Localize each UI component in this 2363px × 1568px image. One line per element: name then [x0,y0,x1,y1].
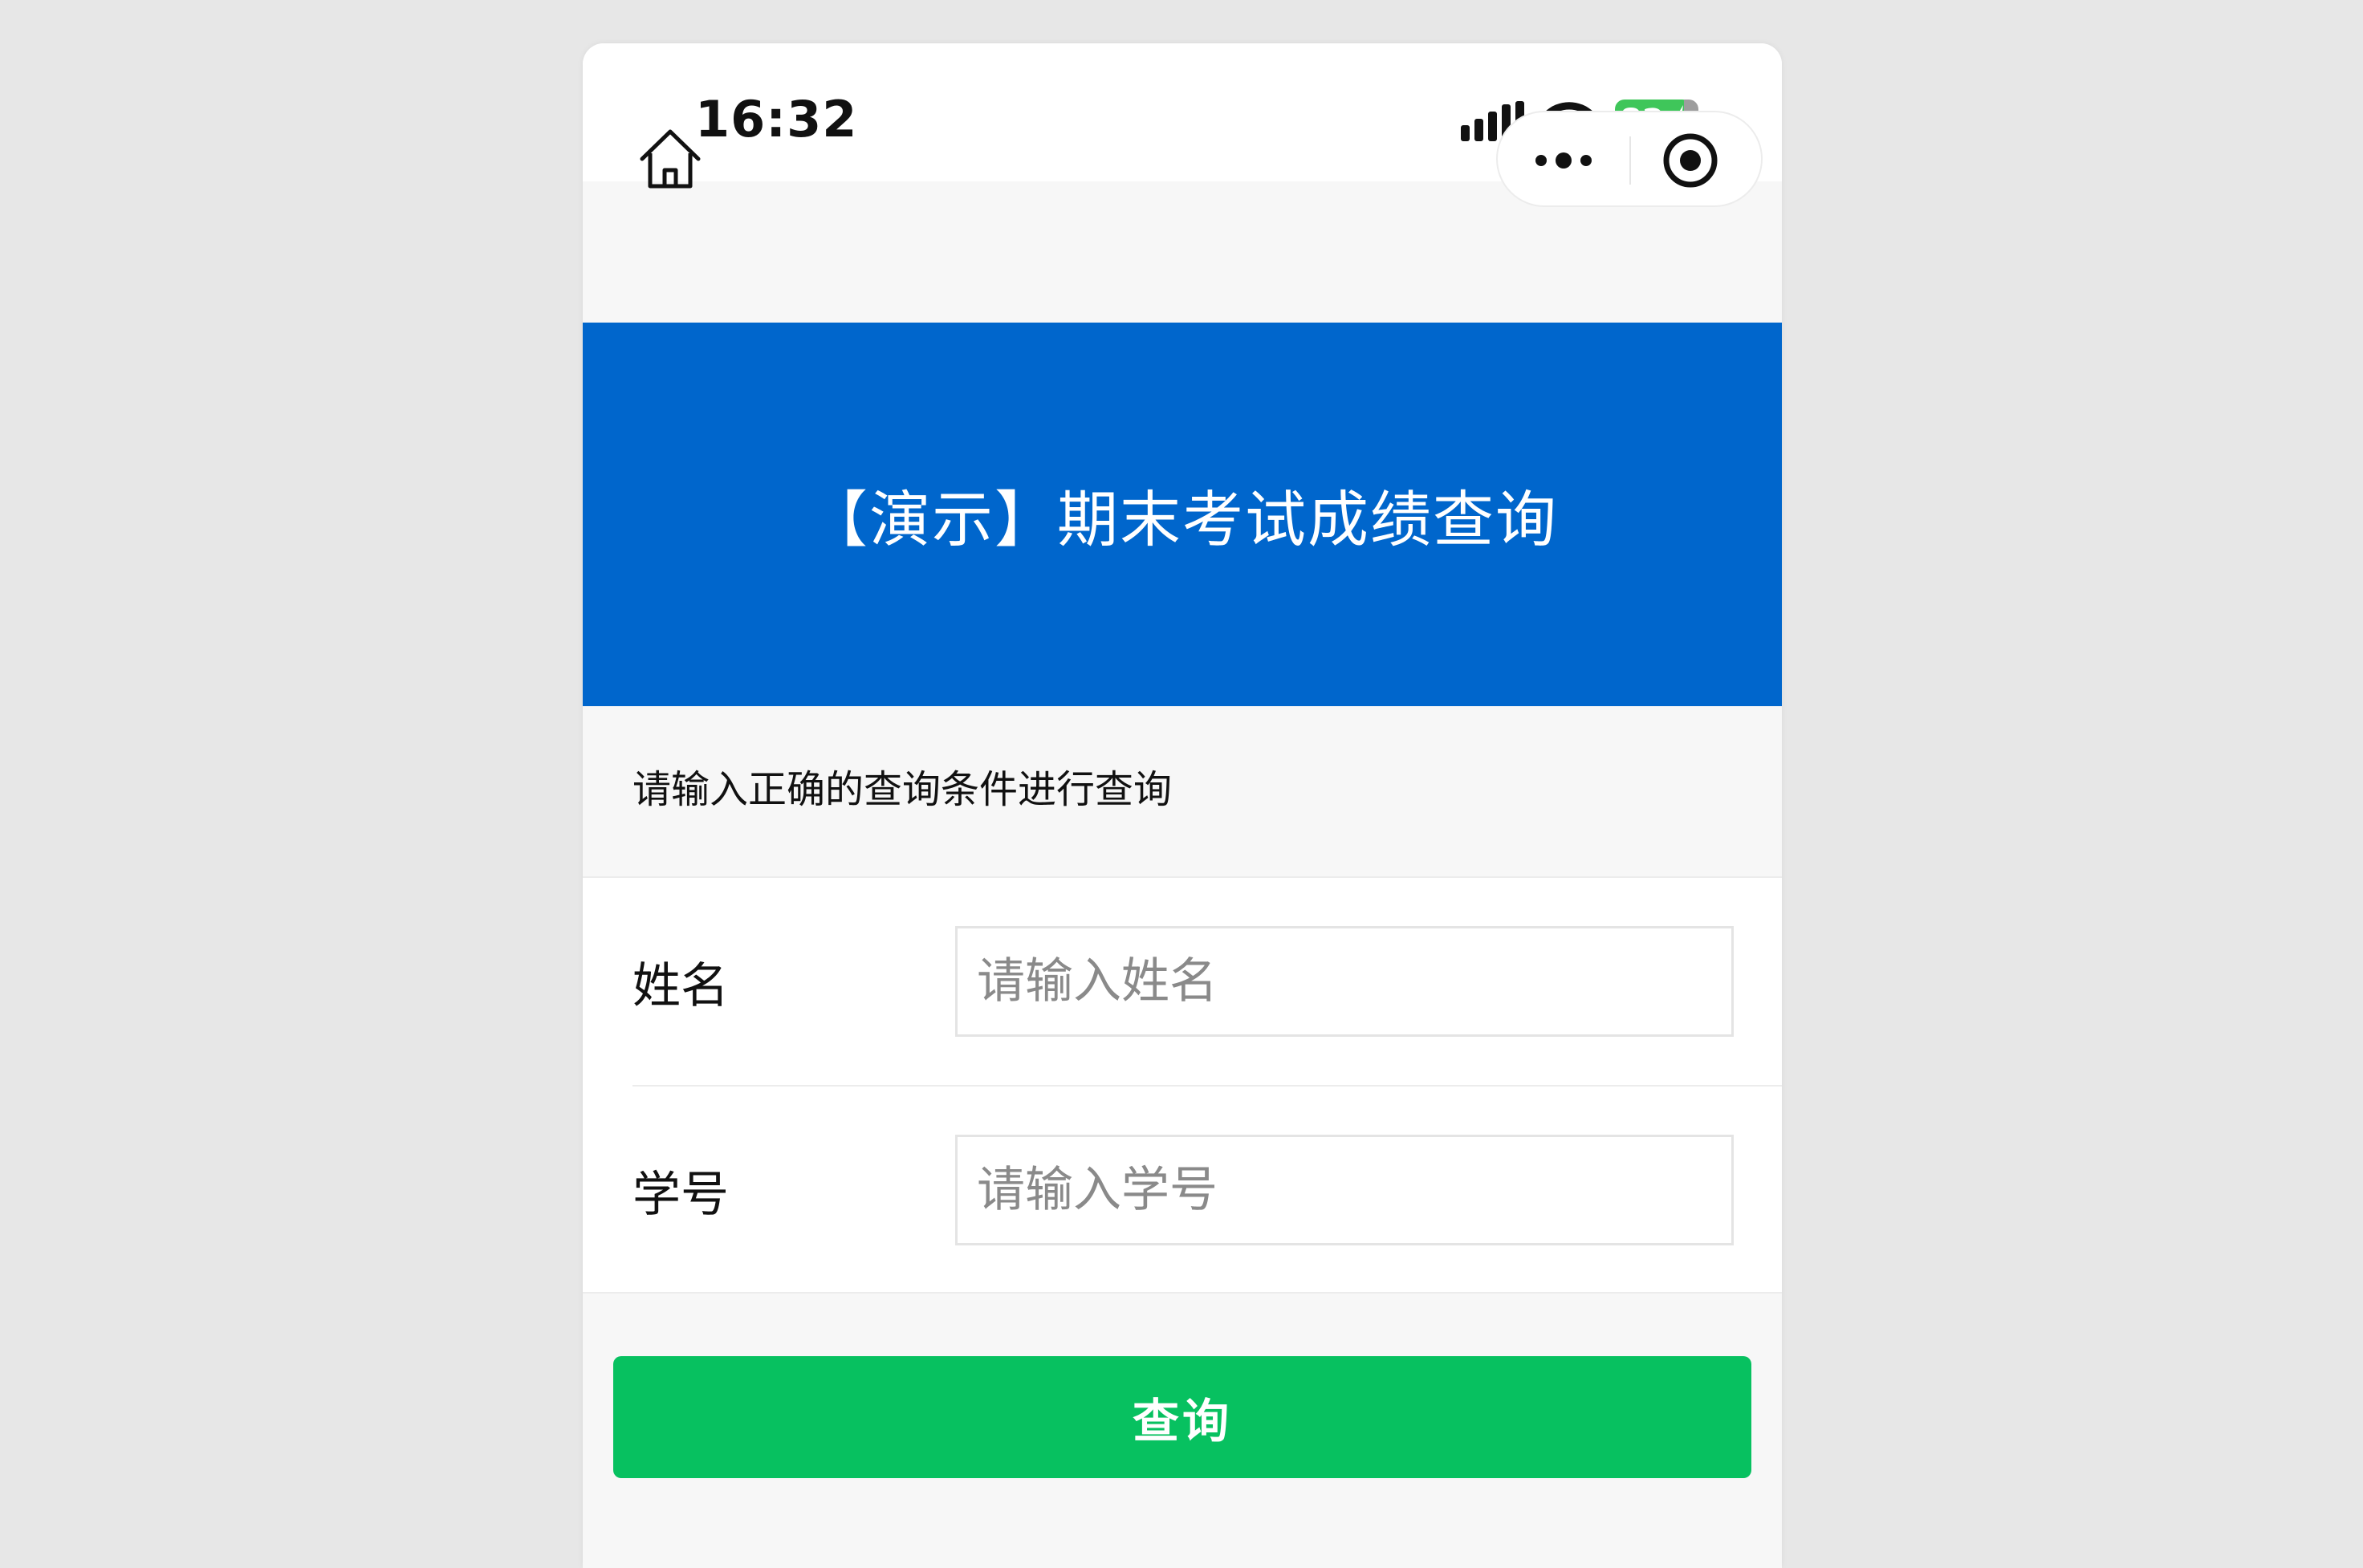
status-time: 16:32 [695,90,858,148]
name-label: 姓名 [632,958,729,1014]
query-button[interactable]: 查询 [613,1356,1751,1478]
more-dots-icon[interactable] [1530,136,1597,185]
home-icon[interactable] [637,127,703,191]
query-form: 姓名 学号 [583,876,1782,1294]
query-hint: 请输入正确的查询条件进行查询 [632,767,1173,812]
mini-program-capsule [1496,111,1763,207]
name-input[interactable] [955,926,1734,1037]
page-title: 【演示】期末考试成绩查询 [807,484,1558,555]
target-circle-icon[interactable] [1660,130,1721,191]
capsule-divider [1629,136,1631,185]
student-id-label: 学号 [632,1167,729,1223]
student-id-input[interactable] [955,1135,1734,1245]
phone-screen: 16:32 82 [583,43,1782,1568]
name-row: 姓名 [583,878,1782,1085]
header-banner: 【演示】期末考试成绩查询 [583,323,1782,706]
student-id-row: 学号 [583,1087,1782,1294]
